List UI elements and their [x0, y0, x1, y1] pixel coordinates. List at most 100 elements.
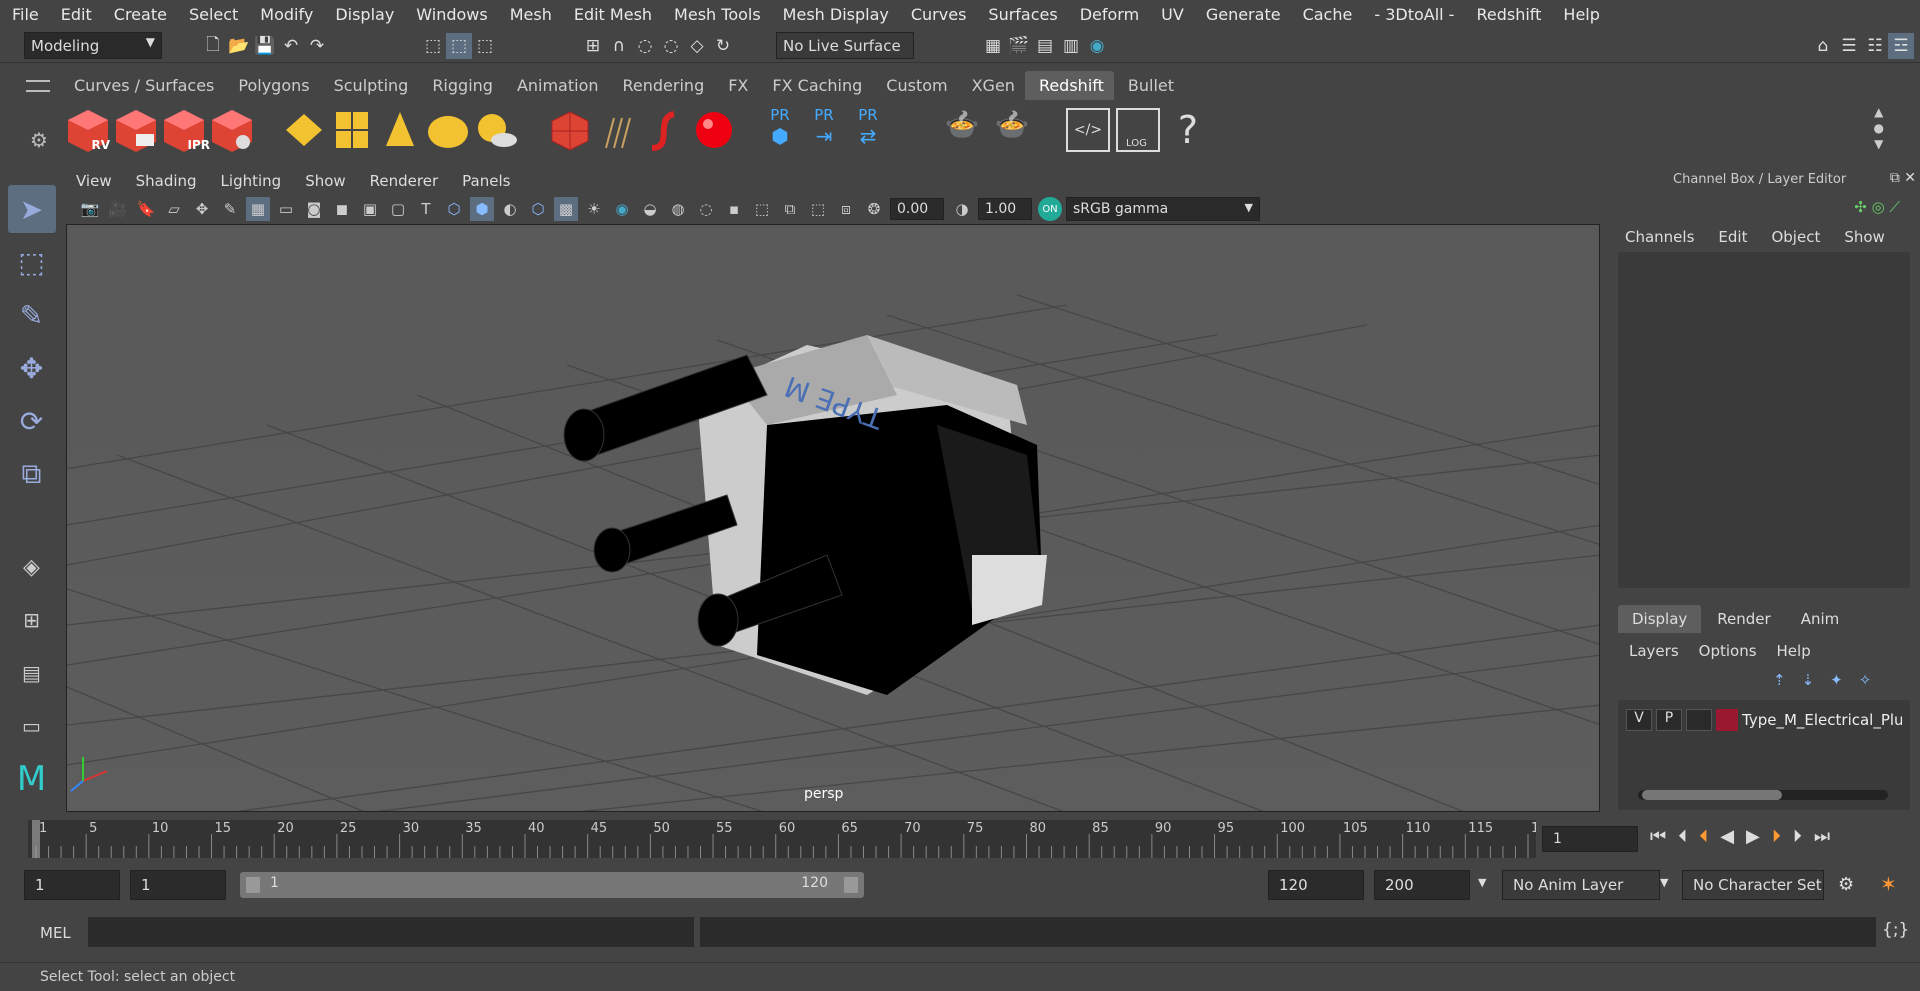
panel-menu-shading[interactable]: Shading	[136, 172, 197, 190]
shelf-scroll[interactable]: ▲ ● ▼	[1874, 104, 1884, 152]
rs-light-area-icon[interactable]	[282, 108, 326, 152]
image-plane-icon[interactable]: ▱	[162, 197, 186, 221]
shelf-tab-custom[interactable]: Custom	[872, 71, 957, 100]
play-forwards-icon[interactable]: ▶	[1746, 826, 1760, 847]
new-scene-icon[interactable]: 🗋	[200, 33, 226, 59]
field-chart-icon[interactable]: ▣	[358, 197, 382, 221]
resolution-gate-icon[interactable]: ◙	[302, 197, 326, 221]
shelf-tab-fx-caching[interactable]: FX Caching	[758, 71, 872, 100]
attribute-editor-icon[interactable]: ☰	[1836, 33, 1862, 59]
rs-light-spot-icon[interactable]	[378, 108, 422, 152]
layer-menu-options[interactable]: Options	[1699, 642, 1757, 660]
rs-sun-sky-icon[interactable]	[474, 108, 518, 152]
safe-action-icon[interactable]: ▢	[386, 197, 410, 221]
current-time-marker[interactable]	[32, 820, 40, 858]
move-layer-down-icon[interactable]: ⇣	[1802, 671, 1815, 689]
select-object-icon[interactable]: ⬚	[446, 33, 472, 59]
time-slider[interactable]: 1 5 10 15 20 25 30 35 40 45 50 55 60 65 70 75 80 85 90 95 10…	[28, 820, 1548, 858]
open-scene-icon[interactable]: 📂	[226, 33, 252, 59]
rs-bake-icon[interactable]: 🍲	[940, 108, 984, 152]
menu-uv[interactable]: UV	[1161, 5, 1184, 24]
shelf-settings-icon[interactable]: ⚙	[30, 128, 48, 152]
bookmark-icon[interactable]: 🔖	[134, 197, 158, 221]
menu-display[interactable]: Display	[335, 5, 394, 24]
command-language-label[interactable]: MEL	[40, 924, 71, 942]
channel-list[interactable]	[1618, 252, 1910, 588]
go-to-start-icon[interactable]: ⏮	[1650, 826, 1666, 847]
layer-menu-layers[interactable]: Layers	[1629, 642, 1679, 660]
channel-menu-edit[interactable]: Edit	[1718, 228, 1747, 246]
select-hierarchy-icon[interactable]: ⬚	[420, 33, 446, 59]
layer-visibility-toggle[interactable]: V	[1626, 709, 1652, 731]
layer-display-type[interactable]	[1686, 709, 1712, 731]
menu-3dtoall[interactable]: - 3DtoAll -	[1374, 5, 1454, 24]
new-empty-layer-icon[interactable]: ✦	[1830, 671, 1843, 689]
undo-icon[interactable]: ↶	[278, 33, 304, 59]
panel-menu-show[interactable]: Show	[305, 172, 345, 190]
render-settings-icon[interactable]: ▥	[1058, 33, 1084, 59]
exposure-field[interactable]: 0.00	[890, 198, 944, 220]
tool-settings-icon[interactable]: ☷	[1862, 33, 1888, 59]
panel-menu-renderer[interactable]: Renderer	[370, 172, 438, 190]
camera-attributes-icon[interactable]: 🎥	[106, 197, 130, 221]
snap-point-icon[interactable]: ◌	[632, 33, 658, 59]
camera-icon[interactable]: 📷	[78, 197, 102, 221]
script-editor-icon[interactable]: {;}	[1882, 920, 1909, 940]
render-view-icon[interactable]: ▦	[980, 33, 1006, 59]
shelf-tab-rigging[interactable]: Rigging	[418, 71, 503, 100]
default-lighting-icon[interactable]: ◐	[498, 197, 522, 221]
select-tool-icon[interactable]: ➤	[7, 185, 56, 233]
gamma-field[interactable]: 1.00	[978, 198, 1032, 220]
smooth-shade-icon[interactable]: ⬢	[470, 197, 494, 221]
menu-help[interactable]: Help	[1563, 5, 1599, 24]
view-transform-select[interactable]: sRGB gamma ▼	[1066, 197, 1260, 221]
live-surface-field[interactable]: No Live Surface	[776, 32, 914, 59]
panel-menu-panels[interactable]: Panels	[462, 172, 510, 190]
xray-joints-icon[interactable]: ⬚	[806, 197, 830, 221]
current-frame-field[interactable]: 1	[1542, 826, 1638, 852]
save-scene-icon[interactable]: 💾	[252, 33, 278, 59]
menu-mesh[interactable]: Mesh	[510, 5, 552, 24]
redo-icon[interactable]: ↷	[304, 33, 330, 59]
character-set-select[interactable]: No Character Set	[1682, 870, 1824, 900]
float-panel-icon[interactable]: ⧉ ✕	[1890, 170, 1916, 186]
rs-dome-light-icon[interactable]	[426, 108, 470, 152]
menu-edit-mesh[interactable]: Edit Mesh	[574, 5, 652, 24]
shelf-tab-animation[interactable]: Animation	[503, 71, 609, 100]
menu-modify[interactable]: Modify	[260, 5, 313, 24]
depth-of-field-icon[interactable]: ▪	[722, 197, 746, 221]
exposure-icon[interactable]: ❂	[862, 197, 886, 221]
2d-pan-zoom-icon[interactable]: ✥	[190, 197, 214, 221]
pr-export-icon[interactable]: PR ⬢	[760, 106, 800, 154]
rs-script-icon[interactable]: </>	[1066, 108, 1110, 152]
range-slider-start-handle[interactable]	[246, 877, 260, 893]
wireframe-icon[interactable]: ⬡	[442, 197, 466, 221]
snap-surface-icon[interactable]: ◇	[684, 33, 710, 59]
step-back-icon[interactable]: ⏴	[1678, 826, 1687, 847]
menu-generate[interactable]: Generate	[1206, 5, 1281, 24]
film-gate-icon[interactable]: ▭	[274, 197, 298, 221]
rs-render-sequence-icon[interactable]	[114, 108, 158, 152]
shelf-tab-rendering[interactable]: Rendering	[609, 71, 715, 100]
shelf-menu-icon[interactable]	[26, 80, 50, 92]
rs-render-settings-icon[interactable]	[210, 108, 254, 152]
shelf-tab-bullet[interactable]: Bullet	[1114, 71, 1184, 100]
rotate-tool-icon[interactable]: ⟳	[8, 397, 56, 445]
menu-redshift[interactable]: Redshift	[1476, 5, 1541, 24]
panel-menu-lighting[interactable]: Lighting	[221, 172, 282, 190]
move-layer-up-icon[interactable]: ⇡	[1773, 671, 1786, 689]
pr-swap-icon[interactable]: PR ⇄	[848, 106, 888, 154]
use-all-lights-icon[interactable]: ☀	[582, 197, 606, 221]
modeling-toolkit-icon[interactable]: ⌂	[1810, 33, 1836, 59]
menu-cache[interactable]: Cache	[1303, 5, 1353, 24]
panel-menu-view[interactable]: View	[76, 172, 112, 190]
paint-select-tool-icon[interactable]: ✎	[8, 291, 56, 339]
menu-surfaces[interactable]: Surfaces	[988, 5, 1057, 24]
snap-view-icon[interactable]: ◌	[658, 33, 684, 59]
rs-curve-icon[interactable]	[644, 108, 688, 152]
menu-edit[interactable]: Edit	[61, 5, 92, 24]
shelf-tab-curves-surfaces[interactable]: Curves / Surfaces	[60, 71, 224, 100]
layer-scrollbar-thumb[interactable]	[1642, 790, 1782, 800]
screen-space-ao-icon[interactable]: ◒	[638, 197, 662, 221]
snap-curve-icon[interactable]: ∩	[606, 33, 632, 59]
